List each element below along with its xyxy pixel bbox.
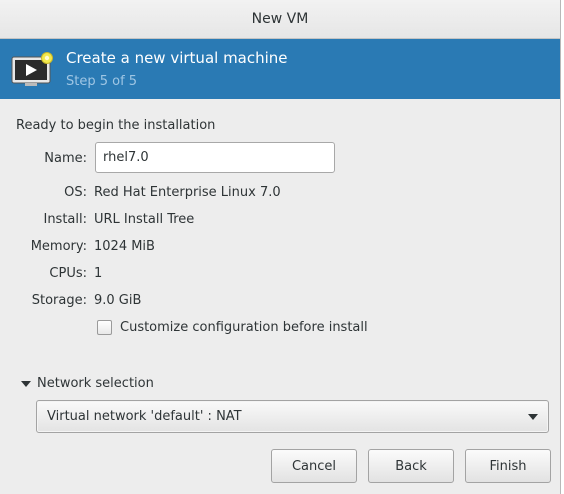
memory-value: 1024 MiB [94, 239, 155, 254]
storage-value: 9.0 GiB [94, 293, 142, 308]
vm-monitor-icon [11, 52, 53, 86]
name-input-value: rhel7.0 [103, 150, 149, 165]
cancel-button[interactable]: Cancel [271, 449, 357, 483]
os-value: Red Hat Enterprise Linux 7.0 [94, 185, 281, 200]
chevron-down-icon [528, 414, 538, 420]
network-selection-label: Network selection [37, 376, 154, 391]
expander-arrow-icon [21, 380, 31, 387]
banner-title: Create a new virtual machine [66, 49, 288, 67]
step-indicator: Step 5 of 5 [66, 74, 138, 89]
header-banner: Create a new virtual machine Step 5 of 5 [0, 39, 560, 99]
new-vm-window: New VM Create a new virtual machine Step… [0, 0, 561, 494]
back-button-label: Back [395, 458, 427, 474]
finish-button[interactable]: Finish [465, 449, 551, 483]
ready-heading: Ready to begin the installation [16, 118, 216, 133]
storage-label: Storage: [31, 293, 87, 308]
name-input[interactable]: rhel7.0 [95, 142, 335, 173]
finish-button-label: Finish [489, 458, 527, 474]
network-selection-expander[interactable]: Network selection [21, 376, 154, 391]
network-source-dropdown[interactable]: Virtual network 'default' : NAT [36, 400, 549, 433]
memory-label: Memory: [30, 239, 87, 254]
os-label: OS: [64, 185, 87, 200]
name-label: Name: [44, 151, 87, 166]
title-bar[interactable]: New VM [0, 0, 560, 39]
customize-checkbox[interactable] [97, 320, 112, 335]
cpus-value: 1 [94, 266, 103, 281]
install-value: URL Install Tree [94, 212, 195, 227]
cancel-button-label: Cancel [291, 458, 337, 474]
window-title: New VM [251, 11, 309, 27]
customize-checkbox-label[interactable]: Customize configuration before install [120, 320, 368, 335]
install-label: Install: [43, 212, 87, 227]
cpus-label: CPUs: [49, 266, 87, 281]
customize-checkbox-row[interactable]: Customize configuration before install [97, 320, 368, 335]
back-button[interactable]: Back [368, 449, 454, 483]
network-source-value: Virtual network 'default' : NAT [47, 409, 242, 424]
